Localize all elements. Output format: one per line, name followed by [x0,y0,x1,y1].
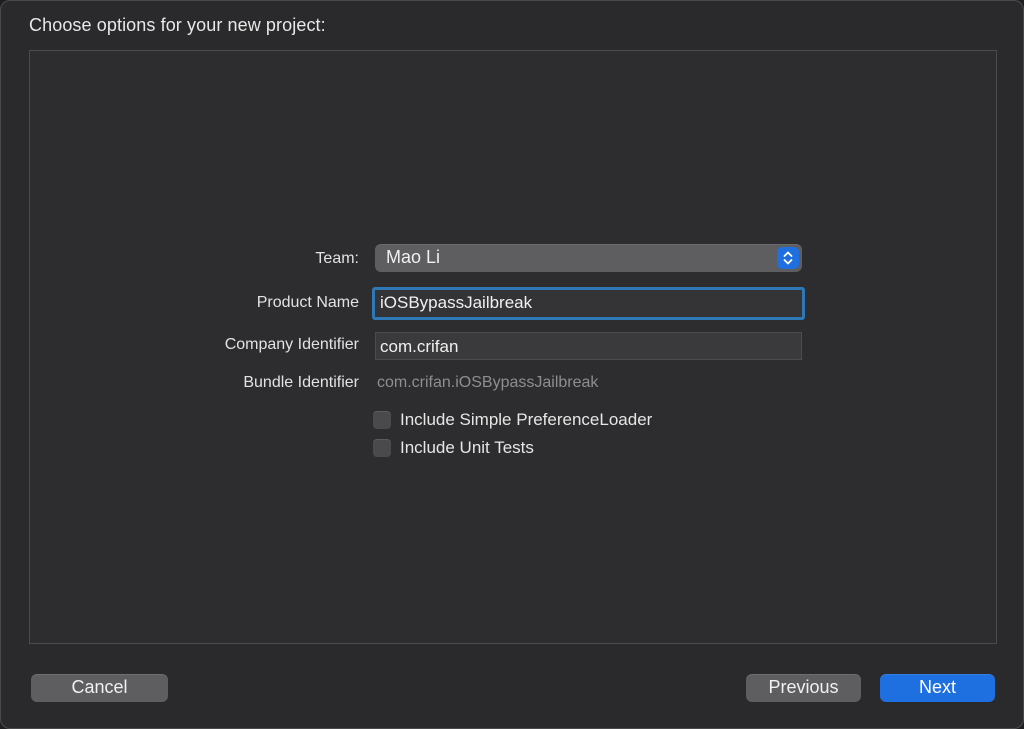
cancel-button[interactable]: Cancel [31,674,168,702]
dialog-title: Choose options for your new project: [29,15,326,35]
include-unit-tests-checkbox[interactable] [373,439,391,457]
include-preferenceloader-option[interactable]: Include Simple PreferenceLoader [373,410,652,430]
company-identifier-label: Company Identifier [224,336,359,353]
include-unit-tests-option[interactable]: Include Unit Tests [373,438,534,458]
new-project-options-dialog: Choose options for your new project: Tea… [0,0,1024,729]
team-value: Mao Li [386,247,441,267]
previous-button[interactable]: Previous [746,674,861,702]
bundle-identifier-value: com.crifan.iOSBypassJailbreak [377,374,599,391]
include-unit-tests-label: Include Unit Tests [400,438,534,457]
next-button[interactable]: Next [880,674,995,702]
up-down-chevron-icon [777,247,799,269]
product-name-label: Product Name [256,294,359,311]
company-identifier-field[interactable]: com.crifan [375,332,802,360]
include-preferenceloader-checkbox[interactable] [373,411,391,429]
include-preferenceloader-label: Include Simple PreferenceLoader [400,410,653,429]
team-popup-button[interactable]: Mao Li [375,244,802,272]
team-label: Team: [315,250,359,267]
bundle-identifier-label: Bundle Identifier [243,374,359,391]
product-name-field[interactable]: iOSBypassJailbreak [372,287,805,320]
